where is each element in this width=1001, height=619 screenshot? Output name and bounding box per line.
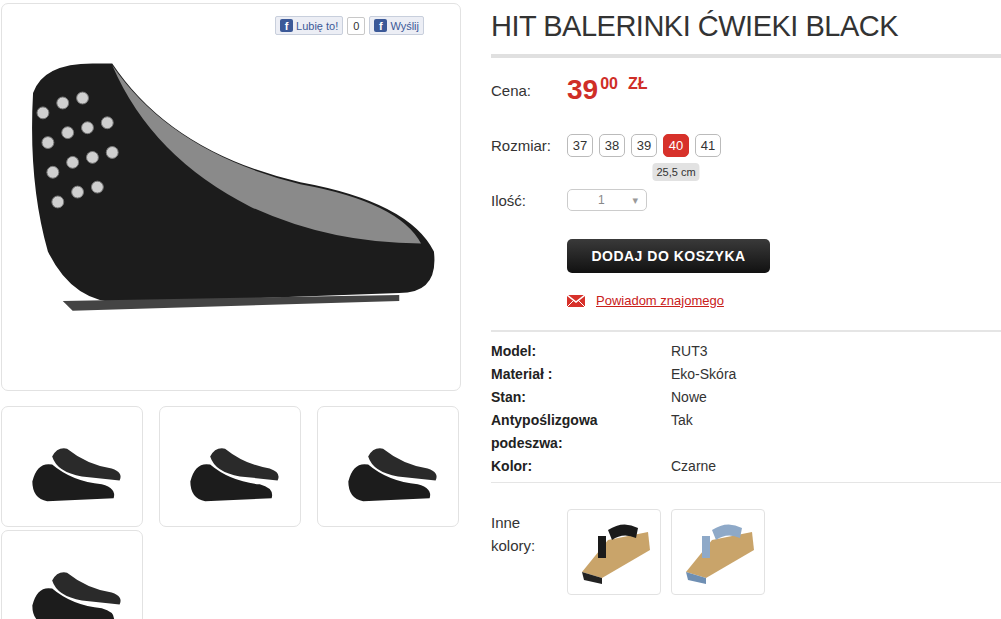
- gallery: fLubię to!0fWyślij: [1, 0, 461, 619]
- sandal-photo: [568, 510, 660, 594]
- other-colors-label: Inne kolory:: [491, 511, 557, 557]
- specs-table: Model:RUT3Materiał :Eko-SkóraStan:NoweAn…: [491, 330, 1001, 483]
- size-tooltip: 25,5 cm: [652, 163, 699, 181]
- product-title: HIT BALERINKI ĆWIEKI BLACK: [491, 8, 1001, 44]
- add-to-cart-button[interactable]: DODAJ DO KOSZYKA: [567, 239, 770, 273]
- thumbnail[interactable]: [1, 530, 143, 619]
- quantity-row: Ilość:1▾: [491, 189, 1001, 211]
- quantity-select[interactable]: 1▾: [567, 189, 647, 211]
- price: 3900ZŁ: [567, 74, 648, 106]
- social-buttons: fLubię to!0fWyślij: [275, 16, 424, 35]
- notify-friend: Powiadom znajomego: [491, 293, 1001, 308]
- size-label: Rozmiar:: [491, 137, 567, 154]
- facebook-icon: f: [280, 19, 293, 32]
- size-option[interactable]: 40 25,5 cm: [663, 134, 689, 157]
- shoe-thumbnail: [318, 407, 458, 526]
- size-options: 37 38 39 40 25,5 cm 41: [567, 134, 721, 157]
- price-label: Cena:: [491, 82, 567, 99]
- size-option[interactable]: 38: [599, 134, 625, 157]
- like-button[interactable]: fLubię to!: [275, 16, 343, 35]
- product-page: fLubię to!0fWyślij HIT BALERINKI ĆWIEKI B…: [0, 0, 1001, 619]
- product-details: HIT BALERINKI ĆWIEKI BLACK Cena:3900ZŁ Roz…: [491, 0, 1001, 619]
- envelope-icon: [567, 295, 585, 307]
- size-row: Rozmiar:37 38 39 40 25,5 cm 41: [491, 134, 1001, 157]
- dropdown-arrow-icon: ▾: [632, 194, 638, 207]
- size-option[interactable]: 37: [567, 134, 593, 157]
- shoe-thumbnail: [2, 531, 142, 619]
- thumbnail-list: [1, 406, 461, 619]
- size-option[interactable]: 39: [631, 134, 657, 157]
- size-option[interactable]: 41: [695, 134, 721, 157]
- color-thumbnail[interactable]: [671, 509, 765, 595]
- shoe-thumbnail: [160, 407, 300, 526]
- shoe-photo: [2, 4, 460, 390]
- thumbnail[interactable]: [159, 406, 301, 527]
- like-count: 0: [347, 17, 365, 35]
- color-thumbnail[interactable]: [567, 509, 661, 595]
- spec-row: Stan:Nowe: [491, 386, 1001, 409]
- title-divider: [491, 54, 1001, 58]
- facebook-icon: f: [374, 19, 387, 32]
- spec-row: Materiał :Eko-Skóra: [491, 363, 1001, 386]
- other-colors: Inne kolory:: [491, 509, 1001, 595]
- shoe-thumbnail: [2, 407, 142, 526]
- sandal-photo: [672, 510, 764, 594]
- quantity-label: Ilość:: [491, 192, 567, 209]
- spec-row: Kolor:Czarne: [491, 455, 1001, 478]
- spec-row: Antypoślizgowa podeszwa:Tak: [491, 409, 1001, 455]
- product-photo[interactable]: fLubię to!0fWyślij: [1, 3, 461, 391]
- send-button[interactable]: fWyślij: [369, 16, 424, 35]
- spec-row: Model:RUT3: [491, 340, 1001, 363]
- thumbnail[interactable]: [317, 406, 459, 527]
- price-row: Cena:3900ZŁ: [491, 74, 1001, 106]
- thumbnail[interactable]: [1, 406, 143, 527]
- notify-link[interactable]: Powiadom znajomego: [596, 293, 724, 308]
